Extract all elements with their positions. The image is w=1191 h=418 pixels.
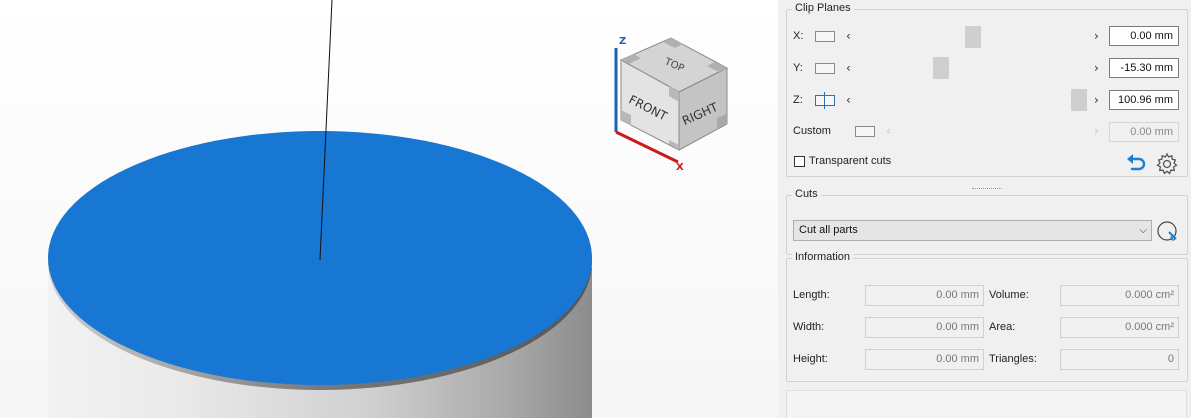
bottom-panel-area [786,390,1187,418]
clip-x-decrease-arrow[interactable]: ‹ [846,30,851,42]
cuts-mode-dropdown[interactable]: Cut all parts ⌵ [793,220,1152,241]
viewport-canvas[interactable]: TOP FRONT RIGHT Z X [0,0,778,418]
clip-custom-value-input[interactable]: 0.00 mm [1109,122,1179,142]
clip-x-slider[interactable] [866,26,1092,48]
height-label: Height: [793,353,828,365]
chevron-down-icon[interactable]: ⌵ [1139,221,1147,240]
clip-custom-decrease-arrow[interactable]: ‹ [886,125,891,137]
clip-x-label: X: [793,30,804,42]
clip-planes-title: Clip Planes [792,2,854,14]
width-label: Width: [793,321,825,333]
triangles-label: Triangles: [989,353,1037,365]
clip-y-slider[interactable] [866,57,1092,79]
clip-x-value-input[interactable]: 0.00 mm [1109,26,1179,46]
width-value: 0.00 mm [865,317,984,338]
panel-splitter[interactable] [972,188,1002,192]
clip-z-label: Z: [793,94,803,106]
information-title: Information [792,251,854,263]
reset-undo-icon[interactable] [1126,153,1148,173]
3d-viewport[interactable]: TOP FRONT RIGHT Z X [0,0,778,418]
clip-z-increase-arrow[interactable]: › [1094,94,1099,106]
axis-x-label: X [676,162,684,173]
volume-value: 0.000 cm² [1060,285,1179,306]
cylinder-model[interactable] [48,131,592,418]
apply-cut-icon[interactable] [1156,219,1180,243]
clip-custom-toggle-icon[interactable] [855,126,875,137]
clip-x-increase-arrow[interactable]: › [1094,30,1099,42]
transparent-cuts-label[interactable]: Transparent cuts [809,155,891,167]
clip-x-slider-thumb[interactable] [965,26,981,48]
cuts-title: Cuts [792,188,821,200]
clip-y-value-input[interactable]: -15.30 mm [1109,58,1179,78]
clip-custom-increase-arrow[interactable]: › [1094,125,1099,137]
volume-label: Volume: [989,289,1029,301]
clip-y-label: Y: [793,62,803,74]
clip-z-slider[interactable] [866,89,1092,111]
clip-z-value-input[interactable]: 100.96 mm [1109,90,1179,110]
clip-y-toggle-icon[interactable] [815,63,835,74]
length-value: 0.00 mm [865,285,984,306]
height-value: 0.00 mm [865,349,984,370]
axis-z-label: Z [619,36,626,47]
length-label: Length: [793,289,830,301]
transparent-cuts-checkbox[interactable] [794,156,805,167]
clip-y-slider-thumb[interactable] [933,57,949,79]
gear-icon[interactable] [1155,152,1179,176]
clip-y-increase-arrow[interactable]: › [1094,62,1099,74]
cuts-mode-selected: Cut all parts [799,224,858,236]
area-label: Area: [989,321,1016,333]
clip-z-toggle-icon[interactable] [815,92,835,109]
clip-custom-label: Custom [793,125,831,137]
clip-y-decrease-arrow[interactable]: ‹ [846,62,851,74]
clip-z-decrease-arrow[interactable]: ‹ [846,94,851,106]
area-value: 0.000 cm² [1060,317,1179,338]
clip-z-slider-thumb[interactable] [1071,89,1087,111]
triangles-value: 0 [1060,349,1179,370]
clip-x-toggle-icon[interactable] [815,31,835,42]
